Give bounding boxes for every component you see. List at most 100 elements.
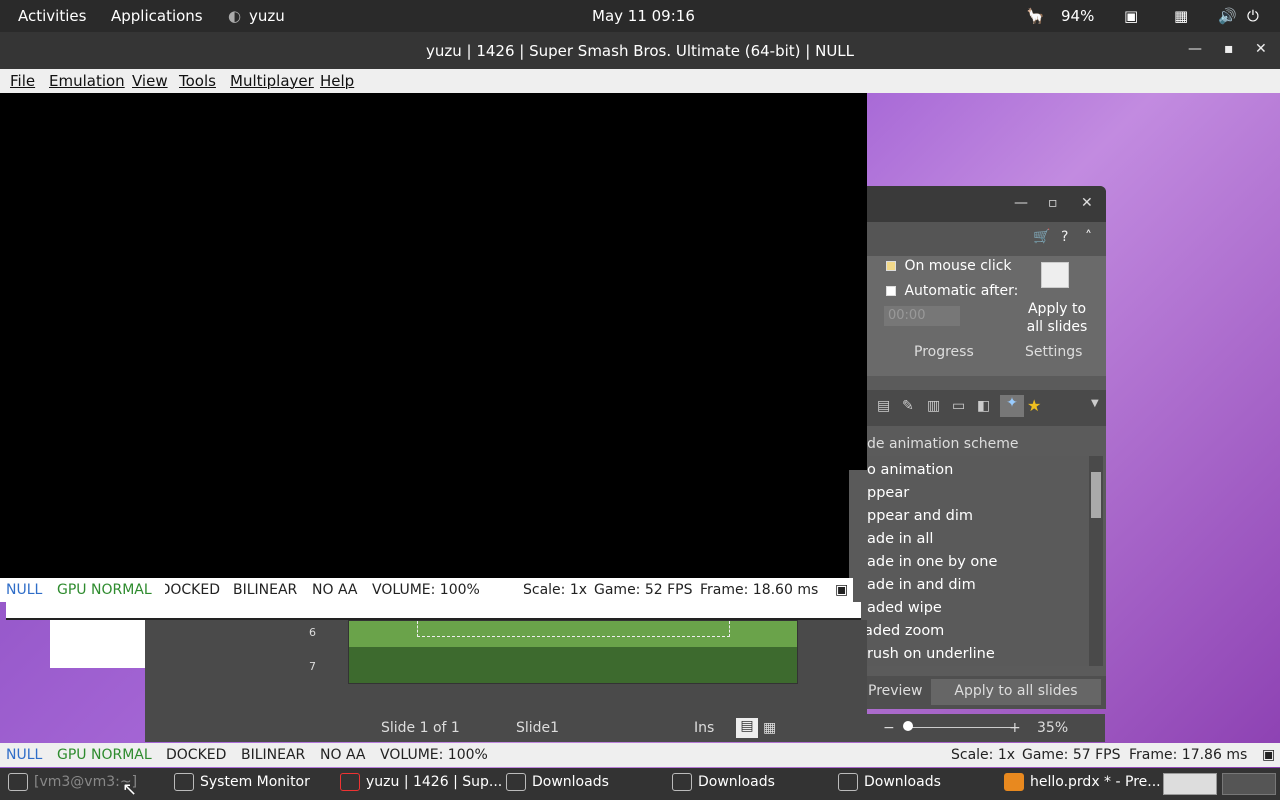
clock[interactable]: May 11 09:16 <box>592 7 695 25</box>
aa-status[interactable]: NO AA <box>312 582 358 598</box>
edit-icon[interactable]: ✎ <box>902 398 914 414</box>
zoom-in-icon[interactable]: + <box>1009 720 1021 736</box>
aa-status[interactable]: NO AA <box>320 747 366 763</box>
list-item[interactable]: ppear and dim <box>867 508 973 524</box>
task-downloads-3[interactable]: Downloads <box>838 773 941 797</box>
list-item[interactable]: o animation <box>867 462 953 478</box>
grid-icon[interactable]: ▦ <box>1174 7 1188 25</box>
menu-tools[interactable]: Tools <box>179 72 216 90</box>
list-item[interactable]: Brush on underline <box>857 646 995 662</box>
maximize-icon[interactable]: ▪ <box>1224 41 1234 57</box>
task-downloads-1[interactable]: Downloads <box>506 773 609 797</box>
menu-file[interactable]: File <box>10 72 35 90</box>
activities-button[interactable]: Activities <box>18 7 86 25</box>
gpu-status[interactable]: GPU NORMAL <box>57 747 152 763</box>
volume-icon[interactable]: 🔊 <box>1218 7 1237 25</box>
progress-label: Progress <box>914 344 974 360</box>
menu-help[interactable]: Help <box>320 72 354 90</box>
volume-status[interactable]: VOLUME: 100% <box>372 582 480 598</box>
menu-multiplayer[interactable]: Multiplayer <box>230 72 314 90</box>
color-icon[interactable]: ▥ <box>927 398 940 414</box>
selection-box[interactable] <box>417 621 730 637</box>
apply-all-slides-button[interactable]: Apply to all slides <box>931 679 1101 705</box>
insert-mode[interactable]: Ins <box>694 720 714 736</box>
panel-minimize-icon[interactable]: — <box>1014 195 1028 211</box>
scroll-thumb[interactable] <box>1091 472 1101 518</box>
display-icon[interactable]: ▣ <box>1124 7 1138 25</box>
filter-status[interactable]: BILINEAR <box>241 747 305 763</box>
ruler-6: 6 <box>309 626 316 639</box>
zoom-value[interactable]: 35% <box>1037 720 1068 736</box>
apply-all-button[interactable]: Apply to all slides <box>1022 300 1092 336</box>
task-terminal[interactable]: [vm3@vm3:~] <box>8 773 137 797</box>
menu-bar: File Emulation View Tools Multiplayer He… <box>0 69 1280 93</box>
scale-status: Scale: 1x <box>951 747 1016 763</box>
list-item[interactable]: ade in all <box>867 531 933 547</box>
panel-titlebar[interactable]: — ▫ ✕ <box>867 186 1106 222</box>
animation-icon[interactable]: ✦ <box>1000 395 1024 417</box>
dock-status[interactable]: DOCKED <box>166 747 226 763</box>
dock-status[interactable]: DOCKED <box>165 582 220 598</box>
task-yuzu[interactable]: yuzu | 1426 | Sup... <box>340 773 502 797</box>
workspace-2[interactable] <box>1222 773 1276 795</box>
mouse-cursor: ↖ <box>122 779 138 800</box>
renderer-status[interactable]: NULL <box>6 747 42 763</box>
task-downloads-2[interactable]: Downloads <box>672 773 775 797</box>
presentation-status-bar: Slide 1 of 1 Slide1 Ins ▤ ▦ − + 35% <box>145 714 1105 742</box>
zoom-out-icon[interactable]: − <box>883 720 895 736</box>
list-item[interactable]: aded wipe <box>867 600 942 616</box>
renderer-status[interactable]: NULL <box>6 582 42 598</box>
vertical-scrollbar[interactable] <box>820 620 836 714</box>
dropdown-icon[interactable]: ▼ <box>1091 398 1099 409</box>
panel-maximize-icon[interactable]: ▫ <box>1048 195 1058 211</box>
status-icon[interactable]: ▣ <box>1262 747 1275 763</box>
workspace-1[interactable] <box>1163 773 1217 795</box>
layout-icon[interactable]: ▤ <box>877 398 890 414</box>
power-icon[interactable]: ⏻ <box>1247 7 1259 25</box>
fps-status: Game: 52 FPS <box>594 582 693 598</box>
mouse-click-checkbox[interactable] <box>886 261 896 271</box>
minimize-icon[interactable]: — <box>1188 41 1202 57</box>
battery-percent[interactable]: 94% <box>1061 7 1094 25</box>
window-title: yuzu | 1426 | Super Smash Bros. Ultimate… <box>425 42 855 60</box>
slide-icon[interactable]: ▭ <box>952 398 965 414</box>
top-bar: Activities Applications ◐ yuzu May 11 09… <box>0 0 1280 32</box>
active-app-name[interactable]: yuzu <box>249 7 285 25</box>
task-presentation[interactable]: hello.prdx * - Pre... <box>1004 773 1161 797</box>
scheme-list[interactable]: o animation ppear ppear and dim ade in a… <box>857 456 1103 666</box>
list-item[interactable]: ppear <box>867 485 909 501</box>
window-titlebar[interactable]: yuzu | 1426 | Super Smash Bros. Ultimate… <box>0 32 1280 69</box>
slide-thumbnail[interactable] <box>50 620 145 668</box>
list-item[interactable]: ade in and dim <box>867 577 976 593</box>
gpu-status[interactable]: GPU NORMAL <box>57 582 152 598</box>
time-input[interactable]: 00:00 <box>884 306 960 326</box>
normal-view-icon[interactable]: ▤ <box>736 718 758 738</box>
collapse-icon[interactable]: ˄ <box>1085 229 1092 245</box>
close-icon[interactable]: ✕ <box>1255 41 1267 57</box>
star-icon[interactable]: ★ <box>1027 396 1041 415</box>
city-skyline <box>349 647 797 683</box>
volume-status[interactable]: VOLUME: 100% <box>380 747 488 763</box>
cart-icon[interactable]: 🛒 <box>1033 229 1050 245</box>
applications-menu[interactable]: Applications <box>111 7 203 25</box>
zoom-slider[interactable] <box>905 727 1015 728</box>
preview-label: Preview <box>868 683 923 699</box>
zoom-handle[interactable] <box>903 721 913 731</box>
filter-status[interactable]: BILINEAR <box>233 582 297 598</box>
slide-canvas[interactable] <box>348 620 798 684</box>
task-system-monitor[interactable]: System Monitor <box>174 773 310 797</box>
help-icon[interactable]: ? <box>1061 229 1068 245</box>
mouse-click-label: On mouse click <box>904 258 1012 274</box>
transition-icon[interactable]: ◧ <box>977 398 990 414</box>
panel-close-icon[interactable]: ✕ <box>1081 195 1093 211</box>
frame-status: Frame: 18.60 ms <box>700 582 819 598</box>
status-icon[interactable]: ▣ <box>835 582 848 598</box>
menu-emulation[interactable]: Emulation <box>49 72 125 90</box>
game-viewport[interactable] <box>0 93 867 578</box>
list-item[interactable]: Faded zoom <box>857 623 944 639</box>
menu-view[interactable]: View <box>132 72 168 90</box>
list-scrollbar[interactable] <box>1089 456 1103 666</box>
automatic-after-checkbox[interactable] <box>886 286 896 296</box>
sorter-view-icon[interactable]: ▦ <box>763 720 776 736</box>
list-item[interactable]: ade in one by one <box>867 554 997 570</box>
